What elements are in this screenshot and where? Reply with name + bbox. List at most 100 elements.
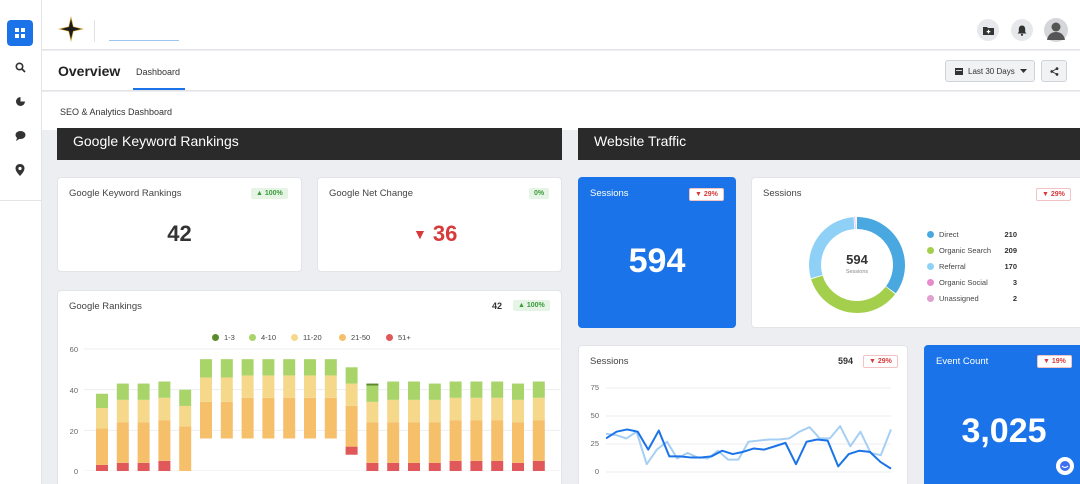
bar-segment	[428, 422, 441, 463]
bar-segment	[491, 460, 504, 471]
y-tick: 25	[590, 439, 599, 448]
date-range-label: Last 30 Days	[968, 66, 1015, 76]
bar-segment	[470, 420, 483, 461]
y-tick: 75	[590, 383, 599, 392]
legend-value: 3	[1012, 278, 1017, 287]
sessions-trend-card: Sessions 594 ▼ 29% 75 50 25 0	[578, 345, 908, 484]
pie-chart-icon[interactable]	[7, 88, 33, 114]
down-arrow-icon: ▼	[413, 226, 427, 242]
bar-segment	[137, 462, 150, 471]
bar-segment	[262, 359, 275, 376]
tab-underline	[133, 88, 185, 90]
bar-segment	[324, 359, 337, 376]
avatar[interactable]	[1044, 18, 1068, 42]
bar-segment	[512, 462, 524, 471]
bar-segment	[532, 460, 545, 471]
bar-segment	[408, 381, 420, 400]
star-logo-icon[interactable]	[58, 16, 84, 47]
share-icon	[1049, 66, 1058, 76]
bar-segment	[220, 359, 233, 378]
bar-segment	[491, 397, 504, 421]
legend-dot	[927, 231, 934, 238]
y-tick: 50	[590, 411, 599, 420]
location-pin-icon[interactable]	[7, 157, 33, 183]
bar-segment	[532, 381, 545, 398]
y-tick: 40	[69, 386, 78, 395]
chat-icon[interactable]	[7, 122, 33, 148]
donut-center-value: 594	[846, 252, 868, 267]
bar-segment	[345, 383, 358, 406]
bar-segment	[366, 385, 379, 402]
search-icon[interactable]	[7, 54, 33, 80]
bar-segment	[137, 422, 150, 463]
user-avatar-icon	[1047, 22, 1065, 40]
legend-dot	[927, 247, 934, 254]
bar-segment	[158, 397, 171, 421]
legend-label: Organic Social	[939, 278, 988, 287]
page-title: Overview	[58, 63, 121, 79]
status-badge: ▼ 19%	[1037, 355, 1072, 368]
bar-segment	[96, 464, 108, 471]
donut-slice	[811, 275, 896, 313]
net-change-card: Google Net Change 0% ▼ 36	[317, 177, 562, 272]
card-label: Sessions	[590, 356, 629, 367]
bar-segment	[387, 462, 400, 471]
y-tick: 20	[69, 427, 78, 436]
legend-dot	[927, 263, 934, 270]
bar-segment	[449, 460, 462, 471]
bar-segment	[304, 359, 316, 376]
folder-add-icon[interactable]	[977, 19, 999, 41]
legend-item: Unassigned 2	[927, 294, 1017, 303]
legend-value: 2	[1012, 294, 1017, 303]
bar-segment	[470, 460, 483, 471]
brand-underline	[109, 40, 179, 41]
card-label: Google Keyword Rankings	[69, 188, 182, 199]
donut-center-label: Sessions	[845, 269, 869, 275]
bar-segment	[241, 359, 254, 376]
chat-widget-icon[interactable]	[1056, 457, 1074, 475]
bar-segment	[324, 375, 337, 398]
chevron-down-icon	[1019, 68, 1027, 73]
bar-segment	[179, 389, 192, 406]
bar-segment	[116, 462, 129, 471]
bar-segment	[532, 420, 545, 461]
bar-segment	[408, 462, 420, 471]
date-range-button[interactable]: Last 30 Days	[945, 60, 1035, 82]
tab-seo-analytics[interactable]: SEO & Analytics Dashboard	[60, 107, 172, 117]
card-label: Event Count	[936, 356, 989, 367]
bar-segment	[116, 383, 129, 400]
share-button[interactable]	[1041, 60, 1067, 82]
bar-segment	[283, 359, 296, 376]
bar-segment	[366, 462, 379, 471]
bar-segment	[428, 399, 441, 423]
bar-segment	[241, 375, 254, 398]
keyword-rankings-card: Google Keyword Rankings ▲ 100% 42	[57, 177, 302, 272]
bar-segment	[512, 399, 524, 423]
bar-segment	[366, 401, 379, 423]
donut-slice	[854, 217, 856, 230]
google-rankings-card: Google Rankings 42 ▲ 100% 1-3 4-10 11-20…	[57, 290, 564, 484]
bar-segment	[200, 401, 212, 439]
legend-label: Unassigned	[939, 294, 979, 303]
sub-tabs: SEO & Analytics Dashboard	[42, 92, 1080, 130]
bar-segment	[345, 367, 358, 384]
legend-item: Organic Social 3	[927, 278, 1017, 287]
tab-dashboard[interactable]: Dashboard	[136, 67, 180, 77]
bar-segment	[449, 381, 462, 398]
metric-value: 3,025	[961, 412, 1047, 450]
bar-segment	[283, 375, 296, 398]
y-tick: 60	[69, 345, 78, 354]
bell-icon[interactable]	[1011, 19, 1033, 41]
bar-segment	[324, 397, 337, 439]
card-label: Google Rankings	[69, 301, 142, 312]
status-badge: ▼ 29%	[863, 355, 898, 368]
sessions-source-card: Sessions ▼ 29% 594 Sessions Direct 210 Org…	[751, 177, 1080, 328]
legend-value: 210	[1004, 230, 1017, 239]
bar-segment	[116, 422, 129, 463]
bar-segment	[200, 359, 212, 378]
dashboard-icon[interactable]	[7, 20, 33, 46]
bar-segment	[158, 381, 171, 398]
bar-segment	[449, 397, 462, 421]
bar-segment	[96, 428, 108, 465]
bar-segment	[96, 393, 108, 408]
